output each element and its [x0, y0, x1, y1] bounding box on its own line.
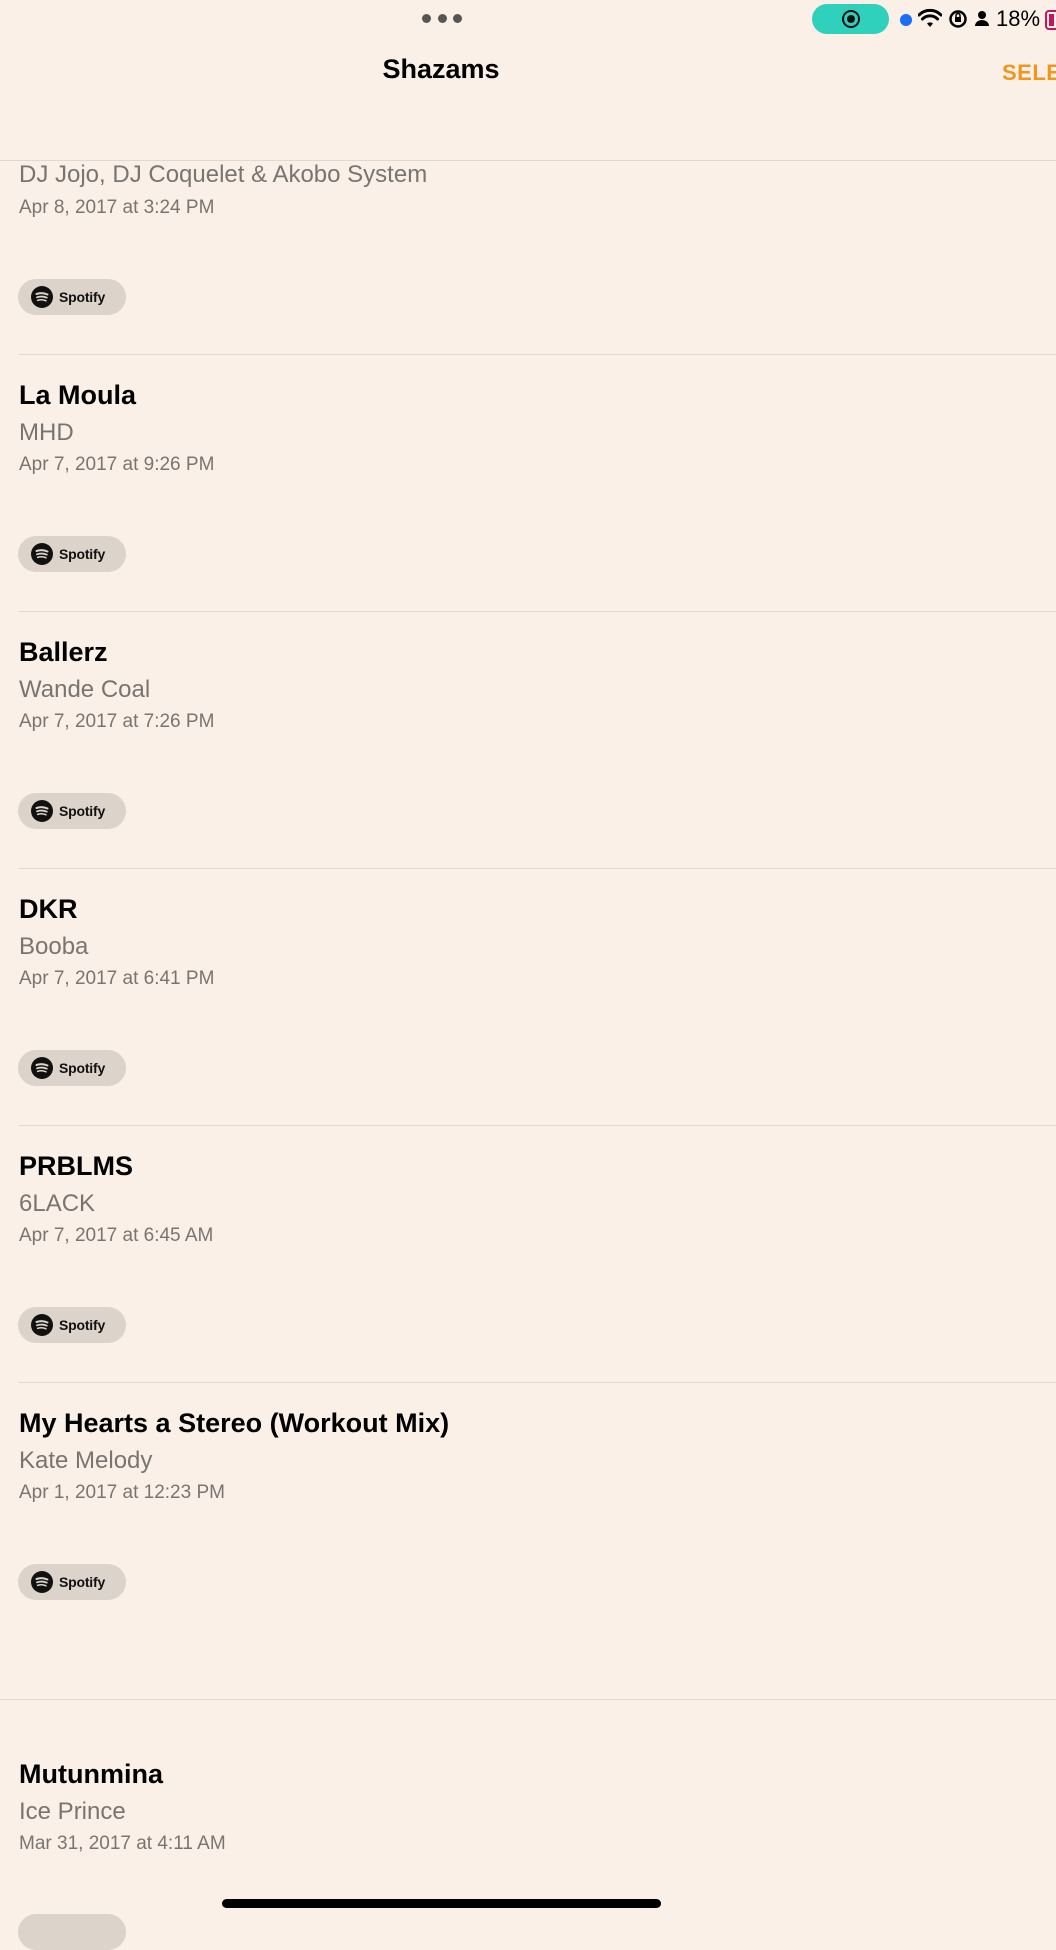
- home-indicator[interactable]: [222, 1899, 661, 1908]
- item-title: Mutunmina: [19, 1759, 163, 1789]
- spotify-button[interactable]: Spotify: [18, 279, 126, 315]
- item-date: Apr 7, 2017 at 6:45 AM: [19, 1225, 214, 1246]
- spotify-button[interactable]: Spotify: [18, 536, 126, 572]
- item-date: Apr 1, 2017 at 12:23 PM: [19, 1482, 225, 1503]
- spotify-button[interactable]: Spotify: [18, 1564, 126, 1600]
- status-bar: 18%: [0, 0, 1056, 40]
- spotify-button[interactable]: Spotify: [18, 1050, 126, 1086]
- camera-indicator-dot: [900, 14, 912, 26]
- battery-icon: [1045, 10, 1056, 30]
- spotify-label: Spotify: [59, 289, 106, 305]
- spotify-button[interactable]: Spotify: [18, 1307, 126, 1343]
- spotify-icon: [31, 1571, 53, 1593]
- spotify-label: Spotify: [59, 1574, 106, 1590]
- item-artist: MHD: [19, 419, 74, 446]
- spotify-button[interactable]: Spotify: [18, 793, 126, 829]
- battery-percent: 18%: [996, 6, 1041, 31]
- section-divider: [0, 1699, 1056, 1700]
- item-artist: DJ Jojo, DJ Coquelet & Akobo System: [19, 161, 428, 188]
- item-artist: Kate Melody: [19, 1447, 153, 1474]
- item-date: Apr 7, 2017 at 6:41 PM: [19, 968, 215, 989]
- row-divider: [19, 1125, 1056, 1126]
- item-title: My Hearts a Stereo (Workout Mix): [19, 1408, 450, 1438]
- item-date: Apr 7, 2017 at 9:26 PM: [19, 454, 215, 475]
- orientation-lock-icon: [949, 10, 967, 28]
- item-title: Ballerz: [19, 637, 108, 667]
- select-button[interactable]: SELECT: [1002, 60, 1056, 86]
- spotify-label: Spotify: [59, 546, 106, 562]
- item-artist: Ice Prince: [19, 1798, 126, 1825]
- item-title: PRBLMS: [19, 1151, 133, 1181]
- spotify-label: Spotify: [59, 1060, 106, 1076]
- spotify-icon: [31, 800, 53, 822]
- spotify-label: Spotify: [59, 803, 106, 819]
- item-artist: Wande Coal: [19, 676, 151, 703]
- spotify-button-partial[interactable]: [18, 1914, 126, 1950]
- item-date: Apr 7, 2017 at 7:26 PM: [19, 711, 215, 732]
- spotify-label: Spotify: [59, 1317, 106, 1333]
- item-title: DKR: [19, 894, 78, 924]
- item-artist: Booba: [19, 933, 89, 960]
- row-divider: [19, 611, 1056, 612]
- screen-record-icon[interactable]: [812, 4, 889, 34]
- item-artist: 6LACK: [19, 1190, 96, 1217]
- spotify-icon: [31, 1314, 53, 1336]
- spotify-icon: [31, 543, 53, 565]
- item-date: Mar 31, 2017 at 4:11 AM: [19, 1833, 226, 1854]
- spotify-icon: [31, 1057, 53, 1079]
- page-title: Shazams: [382, 54, 500, 84]
- spotify-icon: [31, 286, 53, 308]
- wifi-icon: [918, 8, 942, 27]
- more-dots-icon[interactable]: [422, 14, 462, 24]
- row-divider: [19, 868, 1056, 869]
- row-divider: [19, 1382, 1056, 1383]
- item-title: La Moula: [19, 380, 137, 410]
- person-icon: [975, 11, 989, 26]
- item-date: Apr 8, 2017 at 3:24 PM: [19, 197, 215, 218]
- row-divider: [19, 354, 1056, 355]
